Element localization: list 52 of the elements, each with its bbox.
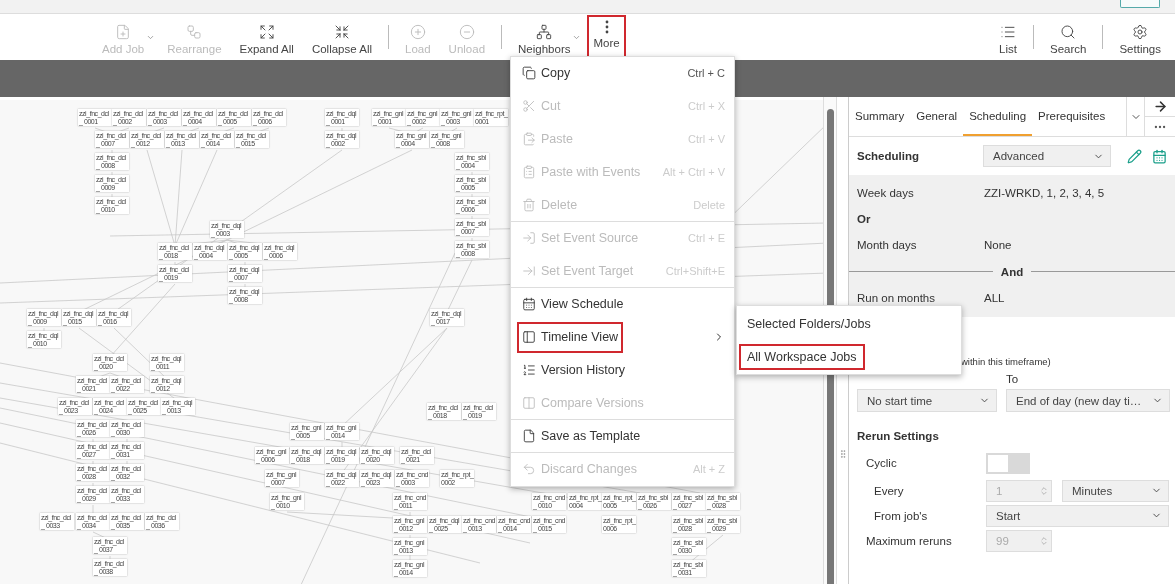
tab[interactable]: Prerequisites [1032,97,1112,136]
from-time-dropdown[interactable]: No start time [857,389,997,412]
toolbar-button[interactable]: Search [1044,19,1093,59]
field-label: Maximum reruns [866,534,953,547]
toolbar-button[interactable]: Settings [1113,19,1167,59]
menu-item-label: View Schedule [517,288,629,320]
menu-item[interactable]: Save as Template [511,420,734,453]
field-value: None [984,239,1013,251]
submenu-item[interactable]: All Workspace Jobs [737,340,961,373]
field-label: Run on months [857,292,936,304]
menu-item-label: Discard Changes [517,453,642,485]
menu-item-label: Save as Template [517,420,646,452]
field-label: Every [874,484,905,497]
menu-item-label: Paste with Events [517,156,646,188]
menu-item[interactable]: View Schedule [511,288,734,321]
toolbar-button[interactable]: Neighbors [512,19,577,59]
menu-item-label: Compare Versions [517,387,649,419]
to-label: To [1006,373,1020,385]
tab[interactable]: Summary [849,97,911,136]
field-value: ZZI-WRKD, 1, 2, 3, 4, 5 [984,187,1106,199]
mode-dropdown[interactable]: Advanced [983,145,1111,167]
submenu-item-label: Selected Folders/Jobs [746,315,872,333]
menu-item[interactable]: Copy Ctrl + C [511,57,734,90]
connector-label: And [1000,265,1024,278]
toolbar-button[interactable]: Collapse All [305,19,378,59]
from-job-dropdown[interactable]: Start [986,504,1169,527]
toolbar-button[interactable]: Expand All [233,19,300,59]
menu-item-label: Version History [517,354,631,386]
tab[interactable]: General [910,97,964,136]
section-title: Rerun Settings [857,430,939,442]
connector-label: Or [857,213,872,225]
section-title: Scheduling [857,150,920,162]
menu-item-label: Delete [517,189,583,221]
field-value: ALL [984,292,1006,304]
submenu-item-label: All Workspace Jobs [739,343,865,370]
field-label: Cyclic [866,457,898,469]
field-label: From job's [874,509,929,522]
menu-item[interactable]: Version History [511,354,734,387]
field-label: Month days [857,239,918,251]
menu-item-label: Copy [517,57,576,89]
menu-item-label: Set Event Target [517,255,639,287]
shortcut-text: Ctrl + C [687,67,725,79]
timeframe-note: within this timeframe) [961,356,1051,367]
unit-dropdown[interactable]: Minutes [1062,479,1169,502]
to-time-dropdown[interactable]: End of day (new day ti… [1006,389,1170,412]
submenu-item[interactable]: Selected Folders/Jobs [737,307,961,340]
menu-item-label: Cut [517,90,566,122]
menu-item-label: Set Event Source [517,222,644,254]
toolbar-button[interactable]: List [993,19,1023,59]
menu-item-label: Timeline View [517,321,624,353]
field-label: Week days [857,187,915,199]
menu-item-label: Paste [517,123,578,155]
